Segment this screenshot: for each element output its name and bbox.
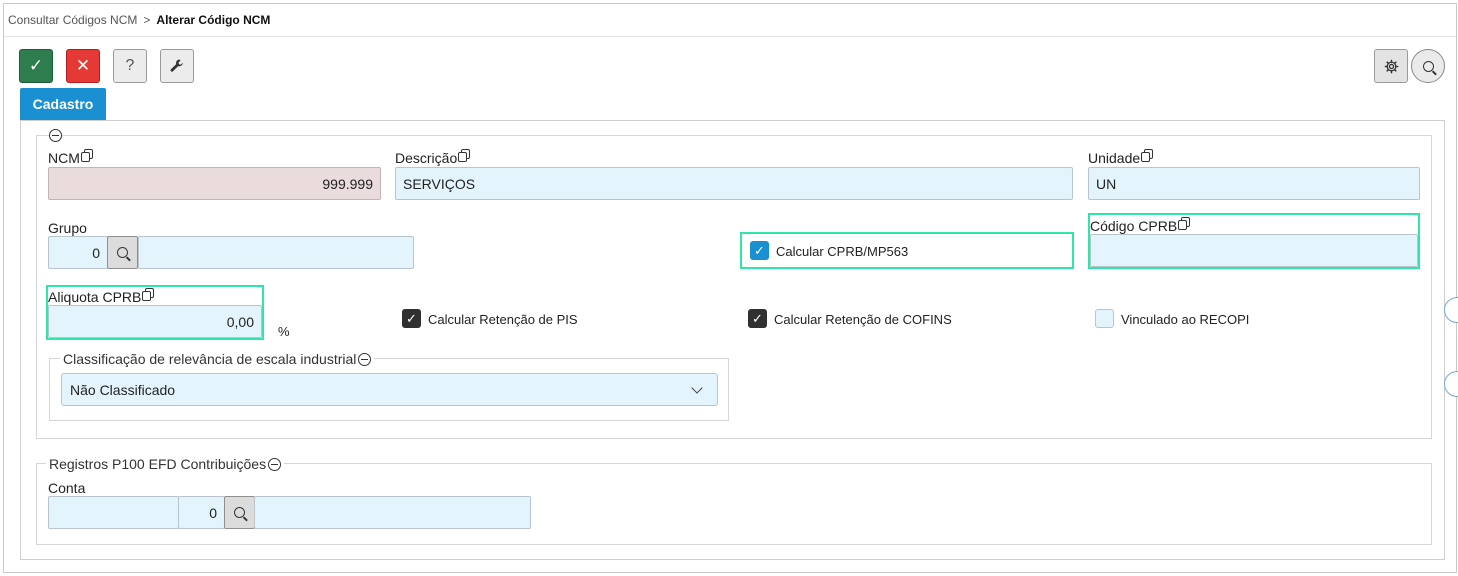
grupo-search-button[interactable] bbox=[107, 236, 138, 269]
aliquota-cprb-label: Aliquota CPRB bbox=[48, 287, 155, 305]
settings-button[interactable] bbox=[1374, 49, 1408, 83]
retencao-cofins-label: Calcular Retenção de COFINS bbox=[774, 312, 952, 327]
grupo-label: Grupo bbox=[48, 220, 87, 236]
breadcrumb-current: Alterar Código NCM bbox=[156, 13, 271, 27]
question-icon: ? bbox=[125, 57, 135, 74]
tab-cadastro[interactable]: Cadastro bbox=[20, 88, 106, 120]
conta-account-field[interactable] bbox=[48, 496, 179, 529]
ncm-label: NCM bbox=[48, 148, 93, 166]
gear-icon bbox=[1384, 59, 1398, 73]
check-icon: ✓ bbox=[406, 311, 417, 326]
search-icon bbox=[234, 507, 245, 518]
codigo-cprb-field[interactable] bbox=[1090, 234, 1418, 267]
chevron-down-icon bbox=[691, 381, 703, 394]
collapse-icon[interactable] bbox=[49, 129, 62, 142]
conta-code-field[interactable]: 0 bbox=[178, 496, 225, 529]
copy-icon[interactable] bbox=[458, 148, 471, 162]
conta-description-field[interactable] bbox=[254, 496, 531, 529]
descricao-field[interactable]: SERVIÇOS bbox=[395, 167, 1073, 200]
collapse-icon[interactable] bbox=[268, 457, 282, 471]
codigo-cprb-label: Código CPRB bbox=[1090, 216, 1191, 234]
retencao-pis-label: Calcular Retenção de PIS bbox=[428, 312, 578, 327]
calcular-cprb-checkbox[interactable]: ✓ bbox=[750, 241, 769, 260]
confirm-button[interactable]: ✓ bbox=[19, 49, 53, 83]
unidade-label: Unidade bbox=[1088, 148, 1154, 166]
recopi-label: Vinculado ao RECOPI bbox=[1121, 312, 1250, 327]
classificacao-legend: Classificação de relevância de escala in… bbox=[60, 351, 375, 367]
aliquota-cprb-field[interactable]: 0,00 bbox=[48, 305, 262, 338]
descricao-label: Descrição bbox=[395, 148, 471, 166]
registros-legend: Registros P100 EFD Contribuições bbox=[46, 456, 285, 472]
retencao-pis-checkbox[interactable]: ✓ bbox=[402, 309, 421, 328]
unidade-field[interactable]: UN bbox=[1088, 167, 1420, 200]
classificacao-selected-value: Não Classificado bbox=[70, 381, 176, 398]
conta-label: Conta bbox=[48, 480, 86, 496]
percent-unit: % bbox=[278, 324, 290, 339]
copy-icon[interactable] bbox=[142, 287, 155, 301]
conta-search-button[interactable] bbox=[224, 496, 255, 529]
cancel-button[interactable]: ✕ bbox=[66, 49, 100, 83]
help-button[interactable]: ? bbox=[113, 49, 147, 83]
search-icon bbox=[1422, 60, 1434, 72]
ncm-field: 999.999 bbox=[48, 167, 381, 200]
check-icon: ✓ bbox=[754, 243, 765, 258]
copy-icon[interactable] bbox=[1141, 148, 1154, 162]
calcular-cprb-label: Calcular CPRB/MP563 bbox=[776, 244, 909, 259]
close-icon: ✕ bbox=[75, 56, 91, 75]
collapse-icon[interactable] bbox=[358, 352, 372, 366]
classificacao-select[interactable]: Não Classificado bbox=[61, 373, 718, 406]
retencao-cofins-checkbox[interactable]: ✓ bbox=[748, 309, 767, 328]
grupo-code-field[interactable]: 0 bbox=[48, 236, 108, 269]
breadcrumb-parent[interactable]: Consultar Códigos NCM bbox=[8, 13, 137, 27]
breadcrumb-separator: > bbox=[143, 13, 151, 27]
copy-icon[interactable] bbox=[1178, 216, 1191, 230]
search-icon bbox=[117, 247, 128, 258]
tools-button[interactable] bbox=[160, 49, 194, 83]
breadcrumb: Consultar Códigos NCM > Alterar Código N… bbox=[8, 13, 270, 27]
check-icon: ✓ bbox=[28, 56, 44, 75]
check-icon: ✓ bbox=[752, 311, 763, 326]
wrench-icon bbox=[170, 59, 183, 72]
recopi-checkbox[interactable] bbox=[1095, 309, 1114, 328]
search-button[interactable] bbox=[1411, 49, 1445, 83]
grupo-description-field[interactable] bbox=[138, 236, 414, 269]
copy-icon[interactable] bbox=[80, 148, 93, 162]
header-divider bbox=[4, 36, 1456, 37]
